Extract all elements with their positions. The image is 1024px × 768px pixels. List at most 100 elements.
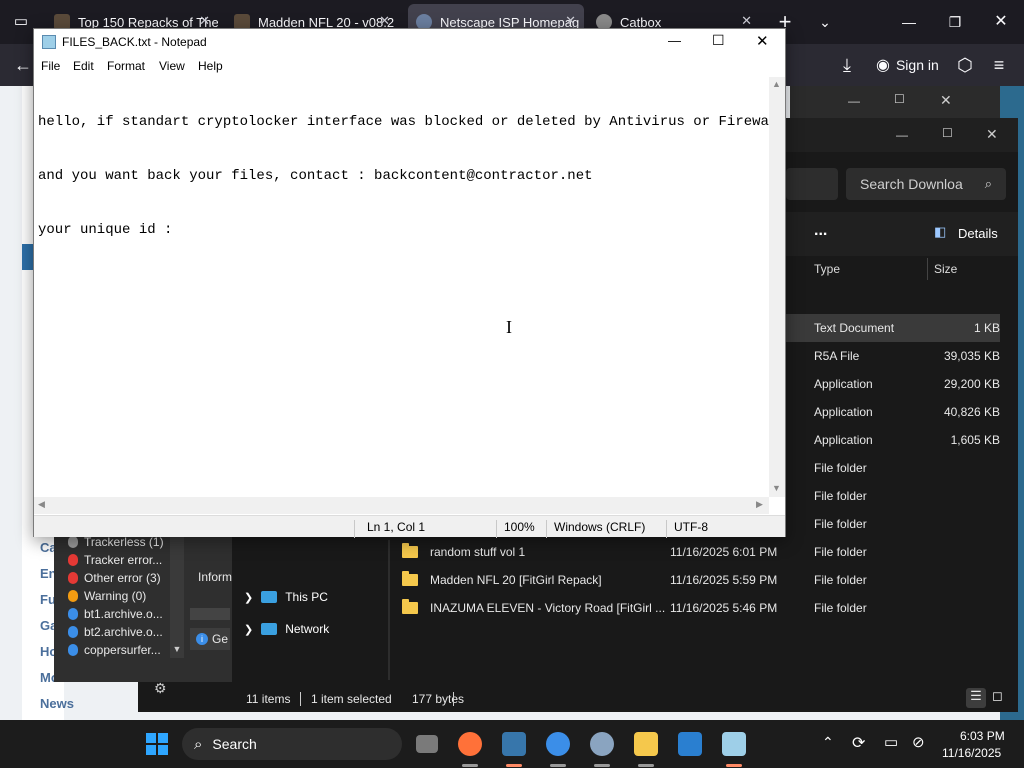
qbt-general-tab[interactable]: i Ge xyxy=(190,628,230,650)
menu-format[interactable]: Format xyxy=(107,59,145,73)
start-windows-icon[interactable] xyxy=(146,733,168,755)
scrollbar[interactable] xyxy=(170,534,184,658)
column-divider[interactable] xyxy=(927,258,928,280)
minimize-icon[interactable]: — xyxy=(896,128,908,142)
tab-list-chevron-icon[interactable]: ⌄ xyxy=(810,7,840,37)
nav-item-network[interactable]: ❯ Network xyxy=(244,622,329,636)
menu-file[interactable]: File xyxy=(41,59,60,73)
scroll-left-icon[interactable]: ◀ xyxy=(38,499,45,510)
sync-icon[interactable]: ⟳ xyxy=(852,733,865,753)
tracker-filter-item[interactable]: coppersurfer... xyxy=(68,643,161,657)
menu-view[interactable]: View xyxy=(159,59,185,73)
text-line: and you want back your files, contact : … xyxy=(38,168,593,184)
close-icon[interactable]: ✕ xyxy=(565,13,576,29)
file-type: File folder xyxy=(814,517,867,531)
maximize-icon[interactable]: ☐ xyxy=(712,32,725,49)
chevron-down-icon[interactable]: ▼ xyxy=(170,644,184,656)
more-options-button[interactable]: ... xyxy=(814,222,827,240)
tracker-filter-item[interactable]: Tracker error... xyxy=(68,553,162,567)
gear-icon[interactable]: ⚙ xyxy=(154,680,167,697)
column-type[interactable]: Type xyxy=(814,262,840,276)
python-icon[interactable] xyxy=(502,732,526,756)
close-icon[interactable]: ✕ xyxy=(756,32,769,50)
running-indicator xyxy=(726,764,742,767)
extensions-icon[interactable]: ⬡ xyxy=(950,50,980,80)
minimize-icon[interactable]: — xyxy=(848,94,860,108)
menu-icon[interactable]: ≡ xyxy=(984,50,1014,80)
download-icon[interactable]: ⤓ xyxy=(832,50,862,80)
search-input[interactable]: Search Downloa ⌕ xyxy=(846,168,1006,200)
info-icon: i xyxy=(196,633,208,645)
details-button[interactable]: Details xyxy=(958,226,998,241)
running-indicator xyxy=(594,764,610,767)
folder-row[interactable]: INAZUMA ELEVEN - Victory Road [FitGirl .… xyxy=(402,597,1002,619)
scroll-up-icon[interactable]: ▲ xyxy=(772,79,781,89)
column-size[interactable]: Size xyxy=(934,262,957,276)
tracker-filter-item[interactable]: Warning (0) xyxy=(68,589,146,603)
tab-overview-icon[interactable]: ▭ xyxy=(6,7,36,37)
running-indicator xyxy=(638,764,654,767)
qbittorrent-icon[interactable] xyxy=(546,732,570,756)
qbt-hscrollbar[interactable] xyxy=(190,608,230,620)
status-pin-icon xyxy=(68,536,78,548)
notepad-titlebar[interactable]: FILES_BACK.txt - Notepad — ☐ ✕ xyxy=(34,29,785,55)
photos-icon[interactable] xyxy=(678,732,702,756)
tracker-filter-item[interactable]: bt1.archive.o... xyxy=(68,607,163,621)
tracker-filter-item[interactable]: Other error (3) xyxy=(68,571,161,585)
windows-logo-pane xyxy=(158,745,168,755)
address-bar[interactable] xyxy=(786,168,838,200)
tiles-view-icon[interactable]: ◻ xyxy=(992,688,1003,704)
close-icon[interactable]: ✕ xyxy=(199,13,210,29)
web-side-item[interactable]: News xyxy=(40,696,74,711)
display-icon[interactable]: ▭ xyxy=(884,733,898,751)
vertical-scrollbar[interactable]: ▲ ▼ xyxy=(769,77,785,497)
firefox-icon[interactable] xyxy=(458,732,482,756)
scroll-right-icon[interactable]: ▶ xyxy=(756,499,763,510)
folder-row[interactable]: Madden NFL 20 [FitGirl Repack] 11/16/202… xyxy=(402,569,1002,591)
task-view-icon[interactable] xyxy=(416,735,438,753)
sign-in-label: Sign in xyxy=(895,57,939,73)
windows-logo-pane xyxy=(146,745,156,755)
nav-label: This PC xyxy=(285,590,328,604)
close-icon[interactable]: ✕ xyxy=(940,92,952,109)
text-editor[interactable]: hello, if standart cryptolocker interfac… xyxy=(38,77,786,497)
clock-date[interactable]: 11/16/2025 xyxy=(942,746,1001,760)
search-icon: ⌕ xyxy=(984,176,992,191)
nav-item-this-pc[interactable]: ❯ This PC xyxy=(244,590,328,604)
taskbar: ⌕ Search ⌃ ⟳ ▭ ⊘ 6:03 PM 11/16/2025 xyxy=(0,720,1024,768)
tracker-filter-item[interactable]: Trackerless (1) xyxy=(68,535,164,549)
restore-icon[interactable]: ❐ xyxy=(940,7,970,37)
folder-date: 11/16/2025 6:01 PM xyxy=(670,545,778,559)
maximize-icon[interactable]: ☐ xyxy=(894,92,905,106)
clock-time[interactable]: 6:03 PM xyxy=(960,729,1005,743)
folder-row[interactable]: random stuff vol 1 11/16/2025 6:01 PM Fi… xyxy=(402,541,1002,563)
search-placeholder: Search Downloa xyxy=(860,176,963,192)
minimize-icon[interactable]: — xyxy=(668,33,681,48)
chevron-right-icon[interactable]: ❯ xyxy=(244,591,253,604)
horizontal-scrollbar[interactable]: ◀ ▶ xyxy=(34,497,769,514)
settings-gear-icon[interactable] xyxy=(590,732,614,756)
menu-help[interactable]: Help xyxy=(198,59,223,73)
running-indicator xyxy=(462,764,478,767)
tracker-filter-item[interactable]: bt2.archive.o... xyxy=(68,625,163,639)
taskbar-search[interactable]: ⌕ Search xyxy=(182,728,402,760)
details-view-icon[interactable]: ☰ xyxy=(966,688,986,708)
close-icon[interactable]: ✕ xyxy=(741,13,752,29)
folder-icon xyxy=(402,599,418,614)
network-status-icon[interactable]: ⊘ xyxy=(912,733,925,751)
scroll-down-icon[interactable]: ▼ xyxy=(772,483,781,493)
menu-edit[interactable]: Edit xyxy=(73,59,94,73)
close-icon[interactable]: ✕ xyxy=(986,126,998,143)
chevron-up-icon[interactable]: ⌃ xyxy=(822,734,834,751)
file-explorer-icon[interactable] xyxy=(634,732,658,756)
close-window-icon[interactable]: ✕ xyxy=(986,7,1016,37)
close-icon[interactable]: ✕ xyxy=(379,13,390,29)
chevron-right-icon[interactable]: ❯ xyxy=(244,623,253,636)
folder-type: File folder xyxy=(814,545,867,559)
minimize-icon[interactable]: — xyxy=(894,7,924,37)
maximize-icon[interactable]: ☐ xyxy=(942,126,953,140)
notepad-icon[interactable] xyxy=(722,732,746,756)
tracker-filter-label: Trackerless (1) xyxy=(84,535,164,549)
sign-in-button[interactable]: ◉ Sign in xyxy=(868,50,944,80)
details-pane-icon[interactable]: ◧ xyxy=(934,224,946,240)
